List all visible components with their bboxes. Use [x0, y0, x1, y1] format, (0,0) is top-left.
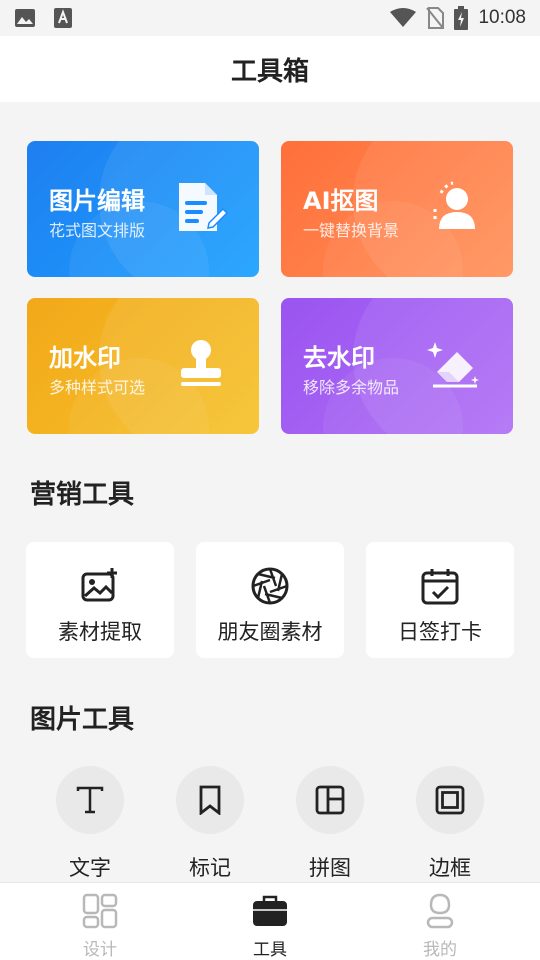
frame-icon	[435, 785, 465, 815]
aperture-icon	[251, 567, 289, 605]
tool-icon-circle	[416, 766, 484, 834]
grid-layout-icon	[82, 893, 118, 929]
bookmark-icon	[199, 785, 221, 815]
marketing-item-label: 朋友圈素材	[217, 620, 323, 644]
section-title-marketing: 营销工具	[30, 480, 135, 510]
feature-card-ai-cutout[interactable]: AI抠图 一键替换背景	[281, 141, 513, 277]
document-edit-icon	[179, 183, 229, 231]
tool-collage[interactable]: 拼图	[280, 766, 380, 882]
card-subtitle: 多种样式可选	[49, 378, 146, 397]
calendar-check-icon	[421, 569, 459, 605]
marketing-item-label: 日签打卡	[398, 620, 482, 644]
marketing-item-daily-checkin[interactable]: 日签打卡	[366, 542, 514, 658]
feature-card-image-edit[interactable]: 图片编辑 花式图文排版	[27, 141, 259, 277]
tool-mark[interactable]: 标记	[160, 766, 260, 882]
tool-text[interactable]: 文字	[40, 766, 140, 882]
wifi-icon	[390, 8, 417, 27]
tool-icon-circle	[296, 766, 364, 834]
battery-charging-icon	[454, 6, 469, 30]
tool-label: 文字	[69, 856, 111, 880]
card-subtitle: 移除多余物品	[303, 378, 400, 397]
card-title: 图片编辑	[49, 187, 145, 215]
nav-label: 设计	[83, 940, 117, 960]
collage-icon	[315, 785, 345, 815]
marketing-item-material-extract[interactable]: 素材提取	[26, 542, 174, 658]
tool-label: 拼图	[309, 856, 351, 880]
text-a-icon	[54, 8, 72, 28]
tool-icon-circle	[176, 766, 244, 834]
nav-item-tools[interactable]: 工具	[210, 883, 330, 960]
card-title: AI抠图	[303, 187, 379, 215]
no-sim-icon	[426, 7, 445, 29]
feature-card-remove-watermark[interactable]: 去水印 移除多余物品	[281, 298, 513, 434]
feature-card-add-watermark[interactable]: 加水印 多种样式可选	[27, 298, 259, 434]
clock: 10:08	[478, 7, 526, 28]
toolbox-icon	[253, 895, 287, 926]
stamp-icon	[181, 340, 221, 386]
eraser-icon	[427, 342, 479, 388]
portrait-cutout-icon	[433, 181, 475, 229]
marketing-item-moments-material[interactable]: 朋友圈素材	[196, 542, 344, 658]
title-bar: 工具箱	[0, 36, 540, 102]
bottom-nav: 设计 工具 我的	[0, 882, 540, 960]
nav-item-design[interactable]: 设计	[40, 883, 160, 960]
image-add-icon	[81, 568, 117, 602]
status-bar: 10:08	[0, 0, 540, 36]
page-title: 工具箱	[230, 56, 309, 87]
tool-label: 标记	[189, 856, 231, 880]
nav-item-mine[interactable]: 我的	[380, 883, 500, 960]
marketing-item-label: 素材提取	[58, 620, 142, 644]
section-title-image-tools: 图片工具	[30, 705, 135, 735]
tool-icon-circle	[56, 766, 124, 834]
text-t-icon	[76, 786, 104, 814]
nav-label: 我的	[423, 940, 457, 960]
card-subtitle: 一键替换背景	[303, 221, 400, 240]
card-title: 去水印	[303, 344, 375, 372]
card-title: 加水印	[49, 344, 121, 372]
card-subtitle: 花式图文排版	[49, 221, 146, 240]
tool-label: 边框	[429, 856, 471, 880]
tool-frame[interactable]: 边框	[400, 766, 500, 882]
nav-label: 工具	[253, 940, 287, 960]
profile-icon	[426, 893, 454, 929]
image-icon	[15, 9, 35, 27]
